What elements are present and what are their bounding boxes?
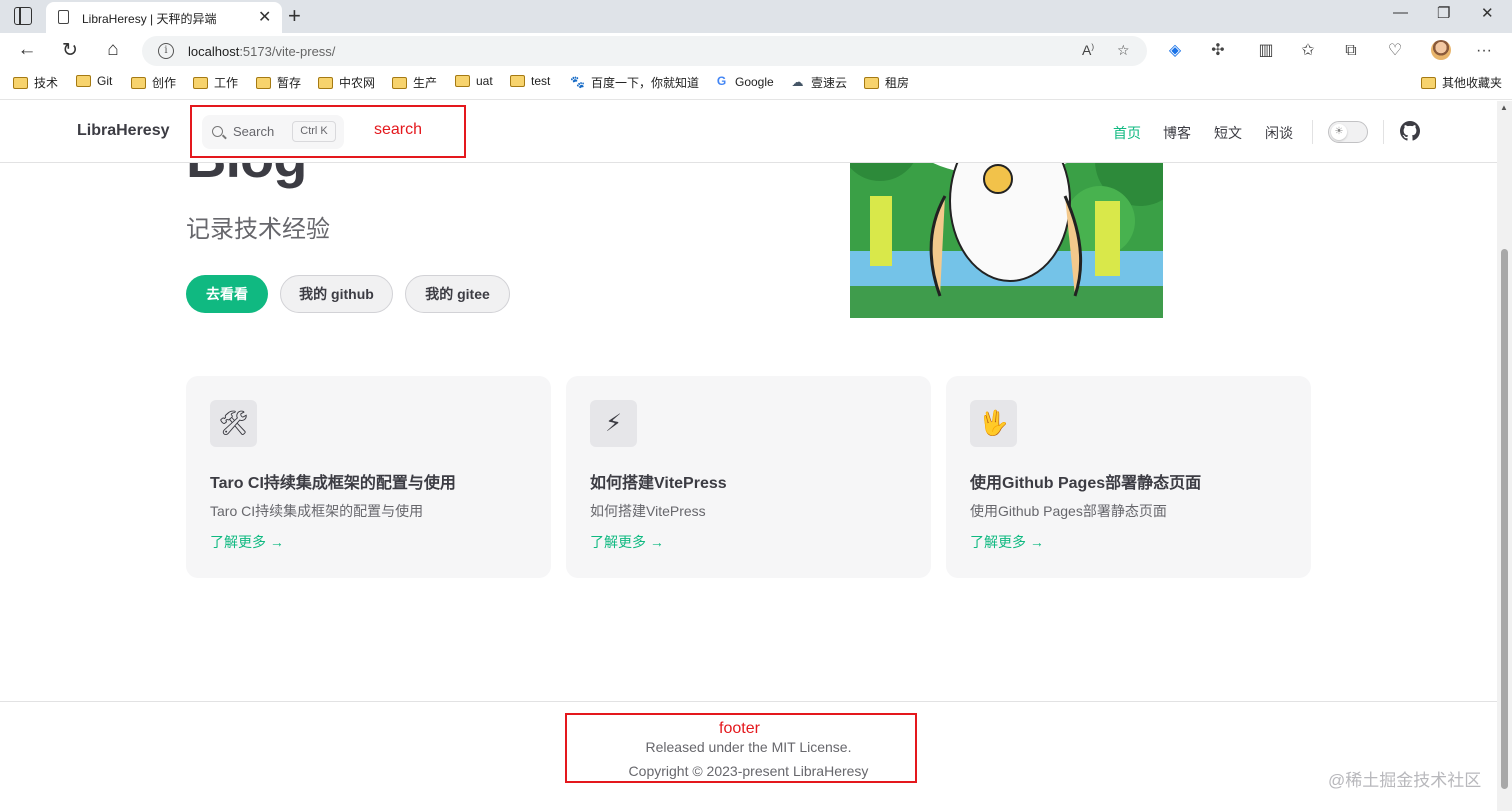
bookmark-item[interactable]: 中农网: [318, 74, 375, 91]
tab-actions-icon[interactable]: [14, 7, 32, 25]
bookmark-item[interactable]: 创作: [131, 74, 176, 91]
site-navbar: LibraHeresy Search Ctrl K search 首页 博客 短…: [0, 101, 1497, 163]
bookmarks-bar: 技术 Git 创作 工作 暂存 中农网 生产 uat test 🐾 百度一下，你就…: [0, 69, 1512, 100]
favorites-icon[interactable]: ✩: [1298, 41, 1318, 61]
hero-tagline: 记录技术经验: [186, 216, 330, 243]
nav-link-home[interactable]: 首页: [1113, 123, 1141, 143]
hero-action-github[interactable]: 我的 github: [280, 275, 393, 313]
split-screen-icon[interactable]: ▥: [1256, 41, 1276, 61]
tools-icon: 🛠: [210, 400, 257, 447]
folder-icon: [13, 76, 28, 89]
bookmark-item[interactable]: Git: [76, 74, 112, 88]
nav-divider: [1383, 120, 1384, 144]
folder-icon: [131, 76, 146, 89]
feature-title: 使用Github Pages部署静态页面: [970, 475, 1202, 492]
address-bar[interactable]: i localhost:5173/vite-press/ A) ☆: [142, 36, 1147, 66]
feature-details: Taro CI持续集成框架的配置与使用: [210, 503, 424, 519]
feature-title: Taro CI持续集成框架的配置与使用: [210, 475, 456, 492]
bookmark-item[interactable]: G Google: [714, 74, 774, 89]
feature-link[interactable]: 了解更多 →: [210, 532, 284, 552]
feature-details: 使用Github Pages部署静态页面: [970, 503, 1167, 519]
bookmark-item[interactable]: 租房: [864, 74, 909, 91]
feature-card[interactable]: 🖖 使用Github Pages部署静态页面 使用Github Pages部署静…: [946, 376, 1311, 578]
sun-icon: ☀: [1331, 124, 1347, 140]
page-icon: [58, 10, 69, 24]
footer-message: Released under the MIT License.: [645, 739, 852, 755]
other-bookmarks[interactable]: 其他收藏夹: [1421, 74, 1502, 91]
nav-link-blog[interactable]: 博客: [1163, 123, 1191, 143]
refresh-icon[interactable]: ↻: [58, 39, 82, 62]
site-title[interactable]: LibraHeresy: [77, 122, 170, 140]
site-footer: footer Released under the MIT License. C…: [0, 701, 1497, 811]
footer-copyright: Copyright © 2023-present LibraHeresy: [628, 763, 869, 779]
baidu-icon: 🐾: [570, 75, 585, 89]
vulcan-hand-icon: 🖖: [970, 400, 1017, 447]
back-icon[interactable]: ←: [15, 39, 39, 61]
bookmark-item[interactable]: 🐾 百度一下，你就知道: [570, 74, 699, 91]
footer-annotation-label: footer: [719, 720, 760, 737]
close-window-button[interactable]: ✕: [1481, 4, 1494, 22]
cloud-icon: ☁: [791, 75, 804, 89]
minimize-button[interactable]: —: [1393, 4, 1408, 21]
restore-button[interactable]: ❐: [1437, 4, 1450, 22]
feature-link[interactable]: 了解更多 →: [970, 532, 1044, 552]
bookmark-item[interactable]: test: [510, 74, 550, 88]
folder-icon: [864, 76, 879, 89]
search-annotation-label: search: [374, 121, 423, 138]
folder-icon: [510, 75, 525, 87]
extensions-puzzle-icon[interactable]: ✣: [1208, 41, 1228, 61]
github-icon[interactable]: [1400, 121, 1420, 141]
feature-card[interactable]: 🛠 Taro CI持续集成框架的配置与使用 Taro CI持续集成框架的配置与使…: [186, 376, 551, 578]
feature-card[interactable]: ⚡ 如何搭建VitePress 如何搭建VitePress 了解更多 →: [566, 376, 931, 578]
tab-close-icon[interactable]: ✕: [258, 7, 271, 27]
profile-avatar[interactable]: [1431, 40, 1451, 60]
folder-icon: [318, 76, 333, 89]
google-icon: G: [716, 74, 727, 88]
folder-icon: [392, 76, 407, 89]
watermark: @稀土掘金技术社区: [1328, 771, 1482, 790]
browser-tab-bar: LibraHeresy | 天秤的异端 ✕ + — ❐ ✕: [0, 0, 1512, 33]
bookmark-item[interactable]: uat: [455, 74, 493, 88]
folder-icon: [1421, 76, 1436, 89]
nav-divider: [1312, 120, 1313, 144]
bookmark-item[interactable]: 技术: [13, 74, 58, 91]
scrollbar-thumb[interactable]: [1501, 249, 1508, 789]
folder-icon: [455, 75, 470, 87]
new-tab-button[interactable]: +: [288, 3, 301, 29]
hero-action-gitee[interactable]: 我的 gitee: [405, 275, 510, 313]
bookmark-item[interactable]: ☁ 壹速云: [790, 74, 848, 91]
folder-icon: [76, 75, 91, 87]
folder-icon: [193, 76, 208, 89]
browser-tab[interactable]: LibraHeresy | 天秤的异端 ✕: [46, 2, 282, 33]
bookmark-item[interactable]: 生产: [392, 74, 437, 91]
extension-icon[interactable]: ◈: [1165, 41, 1185, 61]
folder-icon: [256, 76, 271, 89]
nav-link-short[interactable]: 短文: [1214, 123, 1242, 143]
read-aloud-icon[interactable]: A): [1082, 42, 1094, 58]
site-info-icon[interactable]: i: [158, 43, 174, 59]
lightning-icon: ⚡: [590, 400, 637, 447]
browser-toolbar: ← ↻ ⌂ i localhost:5173/vite-press/ A) ☆ …: [0, 33, 1512, 69]
browser-essentials-icon[interactable]: ♡: [1385, 41, 1405, 61]
feature-title: 如何搭建VitePress: [590, 475, 727, 492]
nav-link-chat[interactable]: 闲谈: [1265, 123, 1293, 143]
page-scrollbar[interactable]: ▲: [1497, 101, 1512, 811]
page-viewport: Blog 记录技术经验 去看看 我的 github 我的 gitee Libra…: [0, 101, 1497, 811]
search-annotation-box: [190, 105, 466, 158]
url-text[interactable]: localhost:5173/vite-press/: [188, 44, 335, 59]
bookmark-item[interactable]: 工作: [193, 74, 238, 91]
favorite-star-icon[interactable]: ☆: [1117, 42, 1130, 59]
more-menu-icon[interactable]: ···: [1474, 41, 1494, 61]
collections-icon[interactable]: ⧉: [1341, 41, 1361, 61]
bookmark-item[interactable]: 暂存: [256, 74, 301, 91]
scroll-up-icon[interactable]: ▲: [1500, 103, 1508, 112]
theme-toggle[interactable]: ☀: [1328, 121, 1368, 143]
feature-link[interactable]: 了解更多 →: [590, 532, 664, 552]
home-icon[interactable]: ⌂: [101, 39, 125, 61]
tab-title: LibraHeresy | 天秤的异端: [82, 12, 217, 26]
feature-details: 如何搭建VitePress: [590, 503, 706, 519]
hero-action-primary[interactable]: 去看看: [186, 275, 268, 313]
